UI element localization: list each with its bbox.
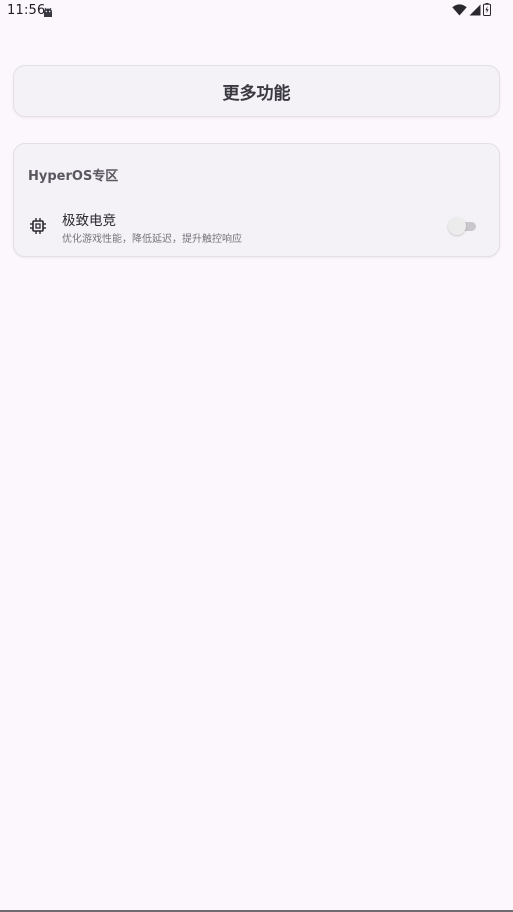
status-icons [452, 1, 491, 20]
signal-icon [469, 1, 481, 20]
page-title: 更多功能 [222, 83, 291, 104]
hyperos-section-card: HyperOS专区 极致电竞 优化游戏性能，降低延迟，提升触控响应 [13, 143, 500, 257]
toggle-thumb [448, 217, 466, 235]
page-title-card: 更多功能 [13, 65, 500, 117]
wifi-icon [452, 1, 467, 20]
android-icon [42, 4, 54, 17]
setting-row-esports-mode[interactable]: 极致电竞 优化游戏性能，降低延迟，提升触控响应 [14, 206, 499, 246]
status-time: 11:56 [7, 3, 46, 18]
esports-mode-toggle[interactable] [448, 217, 478, 235]
setting-label: 极致电竞 [62, 213, 116, 229]
status-bar: 11:56 [0, 0, 513, 22]
setting-description: 优化游戏性能，降低延迟，提升触控响应 [62, 234, 242, 245]
chip-icon [28, 216, 48, 236]
battery-icon [483, 1, 491, 20]
section-title: HyperOS专区 [28, 169, 119, 184]
